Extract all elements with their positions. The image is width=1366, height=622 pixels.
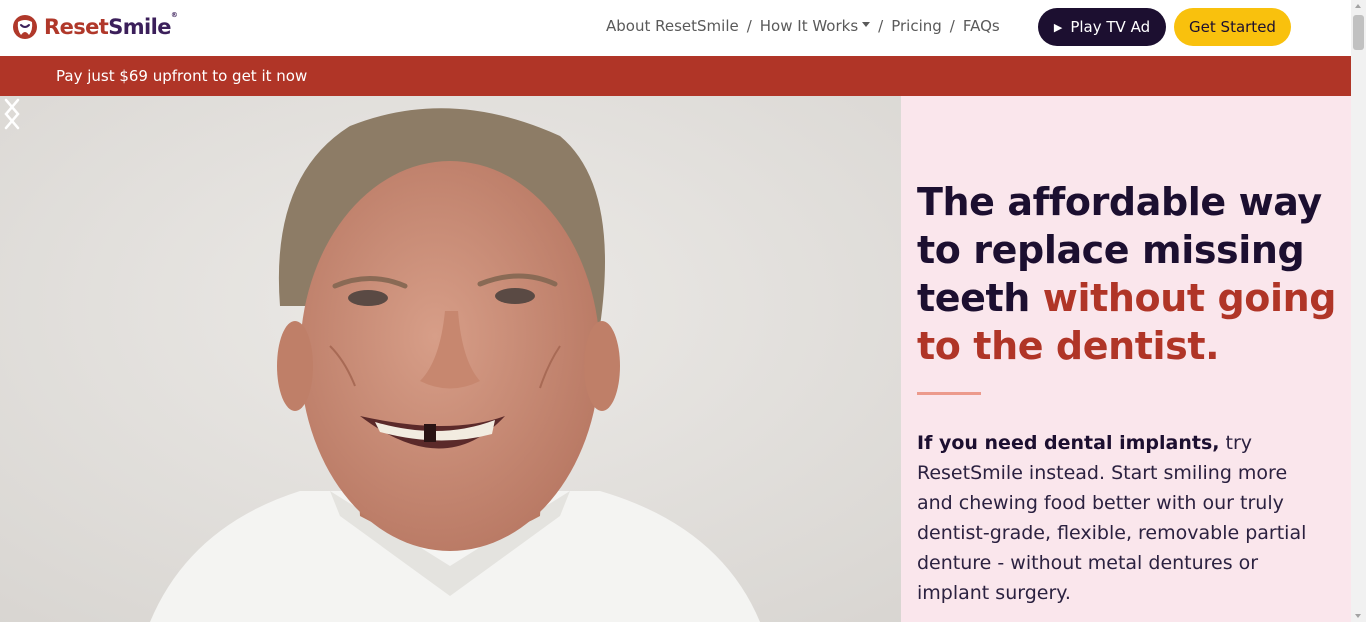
hero-description-bold: If you need dental implants, <box>917 432 1220 454</box>
nav-item-how-it-works-label: How It Works <box>759 17 859 35</box>
site-header: ResetSmile® About ResetSmile / How It Wo… <box>0 0 1351 56</box>
page-scrollbar[interactable] <box>1351 0 1366 622</box>
hero-description: If you need dental implants, try ResetSm… <box>917 428 1327 608</box>
tooth-smile-logo-icon <box>13 15 37 39</box>
nav-item-faqs[interactable]: FAQs <box>963 17 1000 35</box>
promo-banner: Pay just $69 upfront to get it now <box>0 56 1351 96</box>
hero-description-text: try ResetSmile instead. Start smiling mo… <box>917 432 1307 604</box>
chevron-right-icon[interactable] <box>0 96 24 132</box>
nav-separator: / <box>746 17 752 35</box>
registered-mark: ® <box>170 11 178 19</box>
scroll-up-arrow-icon[interactable] <box>1355 4 1361 8</box>
nav-item-how-it-works[interactable]: How It Works <box>759 17 871 35</box>
logo-smile-text: Smile <box>108 15 171 39</box>
hero-divider <box>917 392 981 395</box>
play-icon: ▶ <box>1053 20 1063 34</box>
get-started-button[interactable]: Get Started <box>1174 8 1291 46</box>
hero-text-panel: The affordable way to replace missing te… <box>901 96 1351 622</box>
caret-down-icon <box>862 22 871 27</box>
hero-headline: The affordable way to replace missing te… <box>917 178 1337 370</box>
nav-separator: / <box>878 17 884 35</box>
scroll-thumb[interactable] <box>1353 15 1364 50</box>
hero-carousel <box>0 96 901 622</box>
main-nav: About ResetSmile / How It Works / Pricin… <box>606 17 1000 35</box>
scroll-down-arrow-icon[interactable] <box>1355 614 1361 618</box>
nav-item-pricing[interactable]: Pricing <box>891 17 942 35</box>
logo-reset-text: Reset <box>44 15 109 39</box>
play-tv-ad-label: Play TV Ad <box>1070 18 1151 36</box>
promo-text: Pay just $69 upfront to get it now <box>56 67 308 85</box>
nav-separator: / <box>949 17 955 35</box>
site-logo[interactable]: ResetSmile® <box>12 11 178 40</box>
logo-wordmark: ResetSmile® <box>44 11 178 39</box>
play-tv-ad-button[interactable]: ▶ Play TV Ad <box>1038 8 1166 46</box>
hero-portrait-image <box>0 96 901 622</box>
nav-item-about[interactable]: About ResetSmile <box>606 17 739 35</box>
